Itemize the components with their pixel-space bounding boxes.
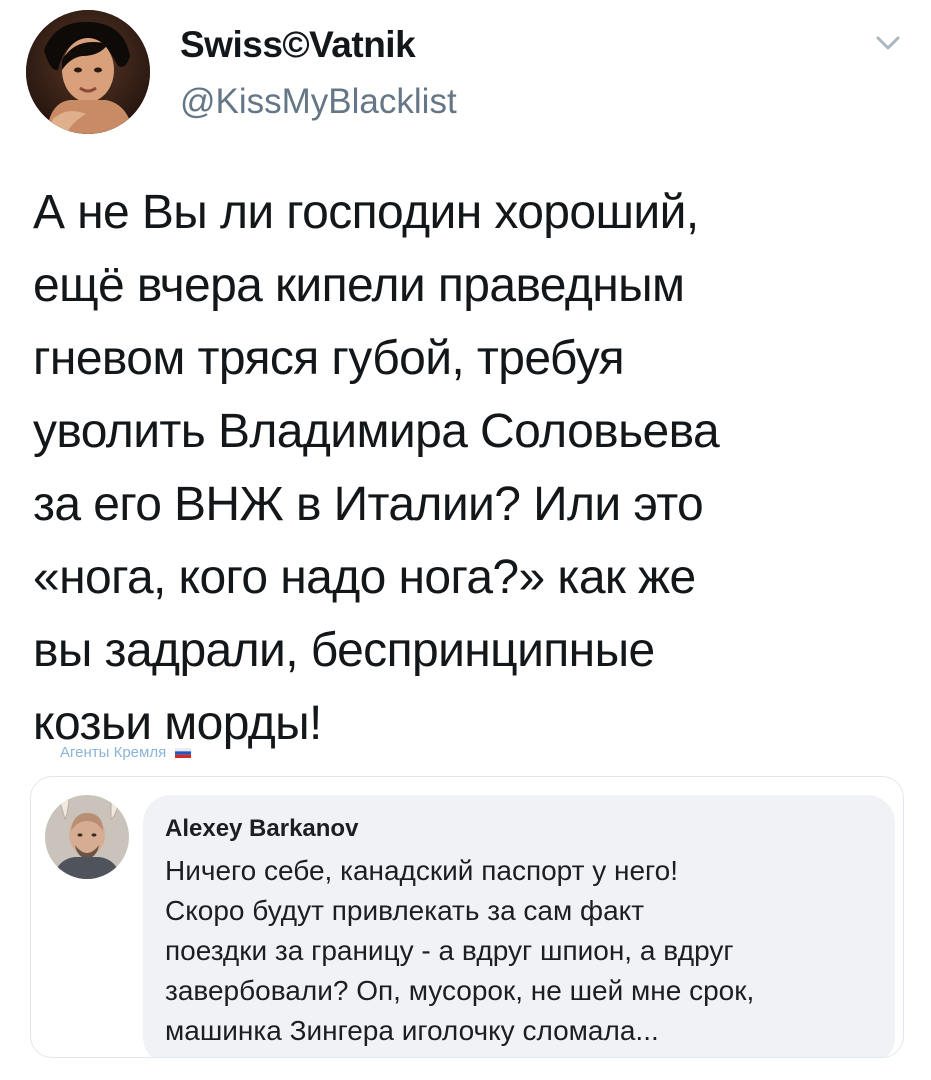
comment-text-line: Ничего себе, канадский паспорт у него! <box>165 855 678 886</box>
image-caption: Агенты Кремля <box>60 744 192 761</box>
comment-text-line: Скоро будут привлекать за сам факт <box>165 895 645 926</box>
user-avatar[interactable] <box>26 10 150 134</box>
russian-flag-icon <box>175 748 192 759</box>
tweet: Swiss©Vatnik @KissMyBlacklist А не Вы ли… <box>0 0 931 1080</box>
commenter-name: Alexey Barkanov <box>165 815 359 842</box>
comment-text-line: машинка Зингера иголочку сломала... <box>165 1015 659 1046</box>
comment-text-line: завербовали? Оп, мусорок, не шей мне сро… <box>165 975 755 1006</box>
chevron-down-icon[interactable] <box>870 32 906 56</box>
tweet-text-line: А не Вы ли господин хороший, <box>33 186 699 239</box>
display-name[interactable]: Swiss©Vatnik <box>180 24 416 66</box>
tweet-text: А не Вы ли господин хороший, ещё вчера к… <box>33 176 913 760</box>
embedded-image[interactable]: Alexey Barkanov Ничего себе, канадский п… <box>30 776 904 1058</box>
tweet-text-line: «нога, кого надо нога?» как же <box>33 551 696 604</box>
tweet-text-line: гневом тряся губой, требуя <box>33 332 625 385</box>
user-handle[interactable]: @KissMyBlacklist <box>180 82 457 122</box>
comment-text-line: поездки за границу - а вдруг шпион, а вд… <box>165 935 734 966</box>
tweet-text-line: за его ВНЖ в Италии? Или это <box>33 478 704 531</box>
commenter-avatar-image <box>45 795 129 879</box>
comment-bubble: Alexey Barkanov Ничего себе, канадский п… <box>143 795 895 1057</box>
image-caption-text: Агенты Кремля <box>60 744 167 761</box>
commenter-avatar <box>45 795 129 879</box>
tweet-text-line: вы задрали, беспринципные <box>33 624 655 677</box>
tweet-text-line: уволить Владимира Соловьева <box>33 405 720 458</box>
tweet-text-line: ещё вчера кипели праведным <box>33 259 685 312</box>
avatar-image <box>26 10 150 134</box>
comment-text: Ничего себе, канадский паспорт у него! С… <box>165 851 885 1051</box>
